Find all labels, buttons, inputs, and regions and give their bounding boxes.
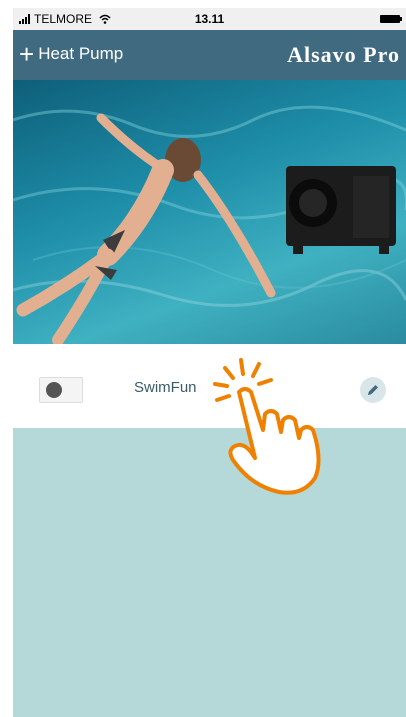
device-list-area (13, 428, 406, 717)
edit-device-button[interactable] (360, 377, 386, 403)
device-status-icon (39, 377, 83, 403)
hero-illustration (13, 105, 406, 344)
battery-icon (380, 15, 402, 23)
device-list-item[interactable]: SwimFun (13, 344, 406, 428)
heat-pump-unit (286, 166, 396, 254)
app-header: + Heat Pump Alsavo Pro (13, 30, 406, 80)
clock: 13.11 (194, 12, 225, 26)
brand-title: Alsavo Pro (287, 42, 400, 67)
status-bar: TELMORE 13.11 (13, 8, 406, 30)
pencil-icon (368, 385, 378, 395)
add-heat-pump-button[interactable]: + Heat Pump (19, 41, 123, 67)
device-name[interactable]: SwimFun (134, 379, 197, 396)
add-heat-pump-label: Heat Pump (38, 44, 124, 63)
hero-image (13, 80, 406, 344)
phone-screen: TELMORE 13.11 + Heat Pump Alsavo Pro Swi… (13, 8, 406, 717)
plus-icon: + (19, 39, 35, 69)
